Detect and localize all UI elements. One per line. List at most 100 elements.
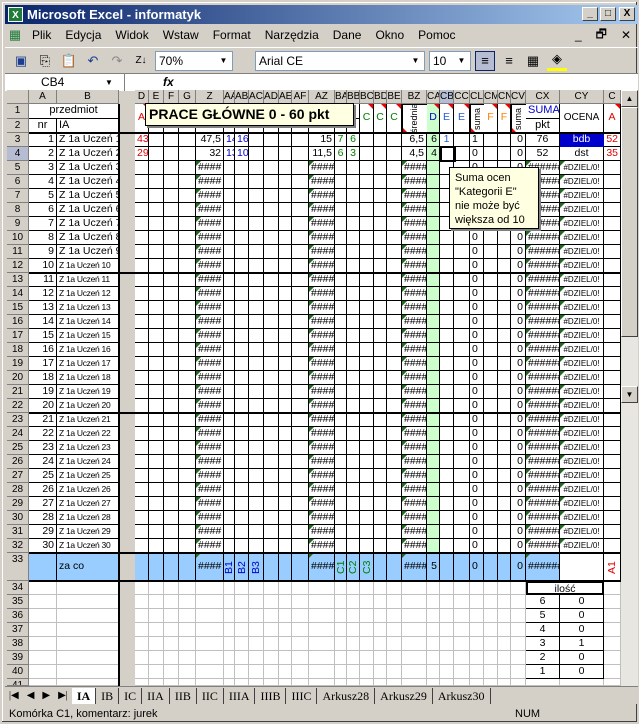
cell-F22[interactable] [164, 399, 179, 413]
cell-AB10[interactable] [235, 231, 249, 245]
cell-value-CL26[interactable]: 0 [470, 455, 484, 469]
cell-value-AZ18[interactable]: #### [309, 343, 335, 357]
cell-CM21[interactable] [484, 385, 498, 399]
cell-D21[interactable] [135, 385, 149, 399]
cell-AF27[interactable] [292, 469, 309, 483]
cell-CM25[interactable] [484, 441, 498, 455]
cell-D15[interactable] [135, 301, 149, 315]
cell-AB23[interactable] [235, 413, 249, 427]
cell-BZ38[interactable] [402, 637, 427, 651]
cell-D18[interactable] [135, 343, 149, 357]
cell-D17[interactable] [135, 329, 149, 343]
cell-BD8[interactable] [374, 203, 387, 217]
cell-BB36[interactable] [347, 609, 360, 623]
cell-BB29[interactable] [347, 497, 360, 511]
cell-CA7[interactable] [427, 189, 440, 203]
cell-CN29[interactable] [498, 497, 511, 511]
cell-AA38[interactable] [224, 637, 235, 651]
cell-BB21[interactable] [347, 385, 360, 399]
cell-value-BZ16[interactable]: #### [402, 315, 427, 329]
column-header-AF[interactable]: AF [292, 90, 309, 104]
cell-value-A7[interactable]: 5 [29, 189, 57, 203]
cell-AD39[interactable] [264, 651, 279, 665]
cell-BE32[interactable] [387, 539, 402, 553]
cell-CN19[interactable] [498, 357, 511, 371]
cell-value-BZ5[interactable]: #### [402, 161, 427, 175]
cell-AD8[interactable] [264, 203, 279, 217]
cell-BB22[interactable] [347, 399, 360, 413]
sort-ascending-icon[interactable]: Z↓ [131, 51, 151, 71]
cell-AB39[interactable] [235, 651, 249, 665]
cell-value-B20[interactable]: Z 1a Uczeń 18 [57, 371, 119, 385]
cell-E13[interactable] [149, 273, 164, 287]
cell-BA31[interactable] [335, 525, 347, 539]
cell-CA38[interactable] [427, 637, 440, 651]
cell-AC40[interactable] [249, 665, 264, 679]
cell-AF23[interactable] [292, 413, 309, 427]
cell-AE25[interactable] [279, 441, 292, 455]
cell-value-CB3[interactable]: 1 [440, 133, 454, 147]
cell-value-Z25[interactable]: #### [196, 441, 224, 455]
cell-value-AZ8[interactable]: #### [309, 203, 335, 217]
cell-CN18[interactable] [498, 343, 511, 357]
cell-BC7[interactable] [360, 189, 374, 203]
cell-BC25[interactable] [360, 441, 374, 455]
cell-CA21[interactable] [427, 385, 440, 399]
cell-AA13[interactable] [224, 273, 235, 287]
cell-AA5[interactable] [224, 161, 235, 175]
cell-value-Z21[interactable]: #### [196, 385, 224, 399]
cell-value-A15[interactable]: 13 [29, 301, 57, 315]
cell-AE32[interactable] [279, 539, 292, 553]
cell-value-AA33[interactable]: B1 [224, 553, 235, 581]
cell-CB39[interactable] [440, 651, 454, 665]
cell-value-Z17[interactable]: #### [196, 329, 224, 343]
cell-BE41[interactable] [387, 679, 402, 686]
cell-AF40[interactable] [292, 665, 309, 679]
cell-AC16[interactable] [249, 315, 264, 329]
tab-arkusz28[interactable]: Arkusz28 [317, 687, 376, 704]
cell-BD30[interactable] [374, 511, 387, 525]
cell-value-B15[interactable]: Z 1a Uczeń 13 [57, 301, 119, 315]
cell-value-AZ14[interactable]: #### [309, 287, 335, 301]
cell-CN39[interactable] [498, 651, 511, 665]
cell-CM3[interactable] [484, 133, 498, 147]
cell-CA28[interactable] [427, 483, 440, 497]
cell-BD11[interactable] [374, 245, 387, 259]
cell-CV38[interactable] [511, 637, 526, 651]
cell-A38[interactable] [29, 637, 57, 651]
cell-CC13[interactable] [454, 273, 470, 287]
cell-G27[interactable] [179, 469, 196, 483]
row-header-35[interactable]: 35 [7, 595, 29, 609]
cell-value-A25[interactable]: 23 [29, 441, 57, 455]
cell-BD18[interactable] [374, 343, 387, 357]
cell-CM22[interactable] [484, 399, 498, 413]
cell-F15[interactable] [164, 301, 179, 315]
cell-BC16[interactable] [360, 315, 374, 329]
cell-AA26[interactable] [224, 455, 235, 469]
cell-AF12[interactable] [292, 259, 309, 273]
cell-BE22[interactable] [387, 399, 402, 413]
cell-BB25[interactable] [347, 441, 360, 455]
row-header-18[interactable]: 18 [7, 343, 29, 357]
cell-AE39[interactable] [279, 651, 292, 665]
undo-icon[interactable]: ↶ [83, 51, 103, 71]
cell-BZ34[interactable] [402, 581, 427, 595]
cell-value-BZ33[interactable]: #### [402, 553, 427, 581]
close-button[interactable]: X [619, 7, 635, 21]
menu-dane[interactable]: Dane [326, 28, 369, 42]
cell-CV40[interactable] [511, 665, 526, 679]
cell-value-Z15[interactable]: #### [196, 301, 224, 315]
cell-AE38[interactable] [279, 637, 292, 651]
cell-value-CY36[interactable]: 0 [560, 609, 604, 623]
cell-E33[interactable] [149, 553, 164, 581]
cell-value-AZ9[interactable]: #### [309, 217, 335, 231]
cell-AF24[interactable] [292, 427, 309, 441]
cell-value-BZ6[interactable]: #### [402, 175, 427, 189]
select-all-corner[interactable] [7, 90, 29, 104]
cell-E19[interactable] [149, 357, 164, 371]
row-header-26[interactable]: 26 [7, 455, 29, 469]
cell-AB16[interactable] [235, 315, 249, 329]
cell-CY33[interactable] [560, 553, 604, 581]
row-header-4[interactable]: 4 [7, 147, 29, 161]
cell-BC37[interactable] [360, 623, 374, 637]
